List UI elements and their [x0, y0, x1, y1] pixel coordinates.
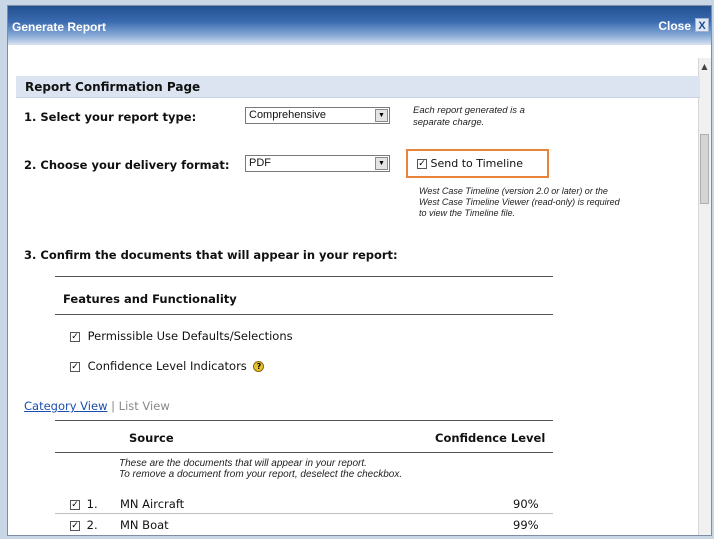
confidence-indicators-checkbox[interactable]: ✓ — [70, 361, 80, 372]
generate-report-dialog: Generate Report Close X ▲ Report Confirm… — [7, 5, 712, 536]
delivery-format-value: PDF — [249, 157, 271, 169]
scroll-up-arrow-icon[interactable]: ▲ — [699, 62, 710, 72]
row-confidence: 90% — [513, 497, 539, 511]
report-type-value: Comprehensive — [249, 109, 327, 121]
features-heading: Features and Functionality — [63, 292, 237, 306]
close-button[interactable]: Close — [658, 19, 691, 33]
document-checkbox[interactable]: ✓ — [70, 520, 80, 531]
send-to-timeline-label: Send to Timeline — [430, 157, 524, 170]
document-checkbox[interactable]: ✓ — [70, 499, 80, 510]
list-view-link[interactable]: List View — [119, 399, 170, 413]
divider — [55, 535, 553, 536]
vertical-scrollbar[interactable]: ▲ — [698, 58, 711, 535]
table-row: ✓ 2. — [70, 518, 98, 532]
row-source: MN Aircraft — [120, 497, 185, 511]
send-to-timeline-checkbox[interactable]: ✓ — [417, 159, 427, 169]
section-header: Report Confirmation Page — [16, 76, 700, 98]
table-instructions: These are the documents that will appear… — [119, 458, 402, 480]
feature-item[interactable]: ✓ Permissible Use Defaults/Selections — [70, 329, 293, 343]
report-charge-note-line2: separate charge. — [413, 117, 485, 128]
permissible-use-checkbox[interactable]: ✓ — [70, 331, 80, 342]
divider — [55, 276, 553, 277]
close-icon[interactable]: X — [695, 18, 709, 32]
table-instructions-line1: These are the documents that will appear… — [119, 458, 367, 469]
report-type-select[interactable]: Comprehensive ▼ — [245, 107, 390, 124]
divider — [55, 420, 553, 421]
section-title: Report Confirmation Page — [25, 80, 201, 94]
divider — [55, 314, 553, 315]
row-number: 2. — [86, 518, 98, 532]
timeline-requirement-note: West Case Timeline (version 2.0 or later… — [419, 186, 620, 219]
row-number: 1. — [86, 497, 98, 511]
chevron-down-icon[interactable]: ▼ — [375, 157, 388, 170]
dialog-title: Generate Report — [12, 20, 107, 34]
send-to-timeline-highlight: ✓ Send to Timeline — [406, 149, 549, 178]
column-header-source: Source — [129, 431, 174, 445]
step1-label: 1. Select your report type: — [24, 110, 197, 124]
step2-label: 2. Choose your delivery format: — [24, 158, 230, 172]
delivery-format-select[interactable]: PDF ▼ — [245, 155, 390, 172]
dialog-title-bar: Generate Report Close X — [8, 6, 711, 45]
table-row: ✓ 1. — [70, 497, 98, 511]
view-switcher: Category View | List View — [24, 399, 170, 413]
category-view-link[interactable]: Category View — [24, 399, 107, 413]
report-charge-note-line1: Each report generated is a — [413, 105, 525, 116]
help-question-icon[interactable]: ? — [253, 361, 265, 372]
table-instructions-line2: To remove a document from your report, d… — [119, 469, 403, 480]
step3-label: 3. Confirm the documents that will appea… — [24, 248, 398, 262]
report-charge-note: Each report generated is a separate char… — [413, 105, 525, 129]
timeline-note-line1: West Case Timeline (version 2.0 or later… — [419, 186, 608, 196]
column-header-confidence: Confidence Level — [435, 431, 546, 445]
timeline-note-line3: to view the Timeline file. — [419, 208, 515, 218]
send-to-timeline-option[interactable]: ✓ Send to Timeline — [417, 157, 523, 170]
permissible-use-label: Permissible Use Defaults/Selections — [87, 329, 293, 343]
feature-item[interactable]: ✓ Confidence Level Indicators ? — [70, 359, 265, 373]
divider — [55, 452, 553, 453]
scroll-thumb[interactable] — [700, 134, 709, 204]
view-separator: | — [111, 399, 116, 413]
row-divider — [55, 513, 553, 514]
row-source: MN Boat — [120, 518, 169, 532]
confidence-indicators-label: Confidence Level Indicators — [87, 359, 247, 373]
timeline-note-line2: West Case Timeline Viewer (read-only) is… — [419, 197, 620, 207]
chevron-down-icon[interactable]: ▼ — [375, 109, 388, 122]
row-confidence: 99% — [513, 518, 539, 532]
